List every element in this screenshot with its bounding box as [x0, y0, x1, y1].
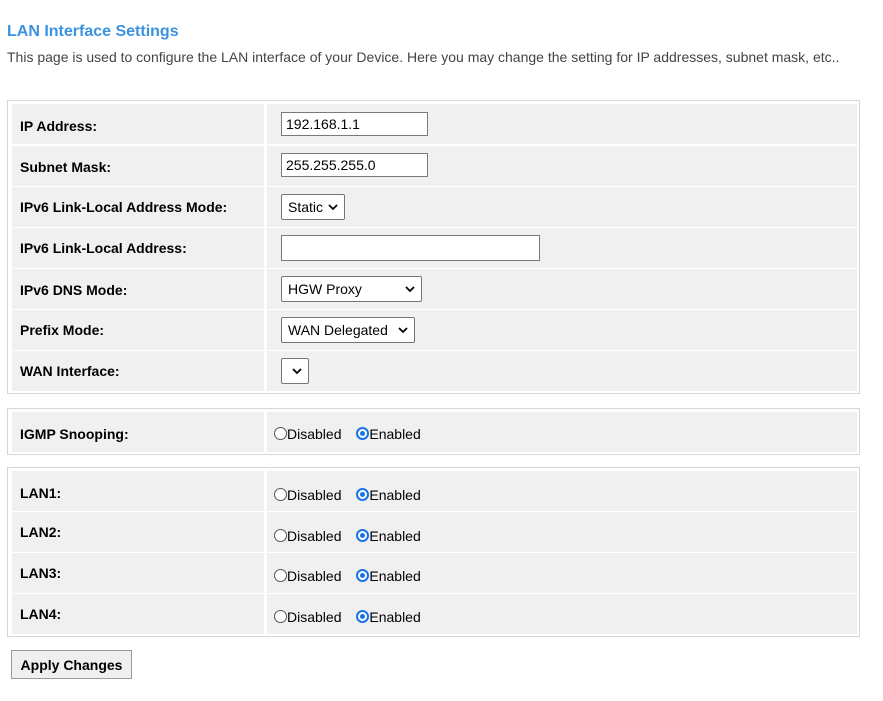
- radio-selected-icon: [356, 610, 370, 623]
- ip-address-label: IP Address:: [20, 118, 98, 134]
- lan2-enabled-option[interactable]: Enabled: [356, 528, 421, 544]
- igmp-snooping-row: IGMP Snooping: Disabled Enabled: [12, 412, 857, 452]
- ipv6-dns-mode-select[interactable]: HGW Proxy: [281, 276, 422, 302]
- prefix-mode-row: Prefix Mode: WAN Delegated: [12, 310, 857, 350]
- igmp-snooping-label: IGMP Snooping:: [20, 426, 129, 442]
- subnet-mask-row: Subnet Mask:: [12, 146, 857, 186]
- ipv6-link-local-mode-select[interactable]: Static: [281, 194, 345, 220]
- wan-interface-select[interactable]: [281, 358, 309, 384]
- lan1-disabled-option[interactable]: Disabled: [274, 487, 341, 503]
- prefix-mode-label: Prefix Mode:: [20, 322, 105, 338]
- chevron-down-icon: [328, 204, 338, 211]
- chevron-down-icon: [398, 327, 408, 334]
- page-description: This page is used to configure the LAN i…: [7, 49, 840, 65]
- ipv6-link-local-address-row: IPv6 Link-Local Address:: [12, 228, 857, 268]
- lan2-disabled-option[interactable]: Disabled: [274, 528, 341, 544]
- lan4-enabled-option[interactable]: Enabled: [356, 609, 421, 625]
- ipv6-link-local-mode-row: IPv6 Link-Local Address Mode: Static: [12, 187, 857, 227]
- ip-address-input[interactable]: [281, 112, 428, 136]
- lan1-row: LAN1: Disabled Enabled: [12, 471, 857, 511]
- ipv6-link-local-address-label: IPv6 Link-Local Address:: [20, 240, 187, 256]
- lan1-enabled-option[interactable]: Enabled: [356, 487, 421, 503]
- apply-changes-button[interactable]: Apply Changes: [11, 650, 132, 679]
- lan4-row: LAN4: Disabled Enabled: [12, 594, 857, 634]
- wan-interface-row: WAN Interface:: [12, 351, 857, 391]
- prefix-mode-value: WAN Delegated: [288, 322, 388, 338]
- prefix-mode-select[interactable]: WAN Delegated: [281, 317, 415, 343]
- chevron-down-icon: [405, 286, 415, 293]
- radio-unselected-icon: [274, 569, 287, 582]
- page-title: LAN Interface Settings: [7, 23, 179, 40]
- radio-selected-icon: [356, 427, 370, 440]
- lan3-disabled-option[interactable]: Disabled: [274, 568, 341, 584]
- ipv6-link-local-address-input[interactable]: [281, 235, 540, 261]
- ipv6-dns-mode-row: IPv6 DNS Mode: HGW Proxy: [12, 269, 857, 309]
- radio-selected-icon: [356, 569, 370, 582]
- lan3-label: LAN3:: [20, 565, 62, 581]
- radio-unselected-icon: [274, 488, 287, 501]
- ip-address-row: IP Address:: [12, 104, 857, 144]
- subnet-mask-input[interactable]: [281, 153, 428, 177]
- lan-ports-panel: LAN1: Disabled Enabled LAN2: Disabled En…: [7, 467, 860, 637]
- chevron-down-icon: [292, 368, 302, 375]
- lan2-label: LAN2:: [20, 524, 62, 540]
- radio-selected-icon: [356, 488, 370, 501]
- lan3-row: LAN3: Disabled Enabled: [12, 553, 857, 593]
- ipv6-link-local-mode-value: Static: [288, 199, 324, 215]
- radio-unselected-icon: [274, 427, 287, 440]
- radio-unselected-icon: [274, 610, 287, 623]
- lan2-row: LAN2: Disabled Enabled: [12, 512, 857, 552]
- igmp-panel: IGMP Snooping: Disabled Enabled: [7, 408, 860, 455]
- subnet-mask-label: Subnet Mask:: [20, 159, 112, 175]
- lan4-disabled-option[interactable]: Disabled: [274, 609, 341, 625]
- lan4-label: LAN4:: [20, 606, 62, 622]
- igmp-enabled-option[interactable]: Enabled: [356, 426, 421, 442]
- lan3-enabled-option[interactable]: Enabled: [356, 568, 421, 584]
- lan1-label: LAN1:: [20, 485, 62, 501]
- igmp-disabled-option[interactable]: Disabled: [274, 426, 341, 442]
- ipv6-dns-mode-label: IPv6 DNS Mode:: [20, 282, 128, 298]
- ipv6-dns-mode-value: HGW Proxy: [288, 281, 362, 297]
- ipv6-link-local-mode-label: IPv6 Link-Local Address Mode:: [20, 199, 228, 215]
- radio-unselected-icon: [274, 529, 287, 542]
- radio-selected-icon: [356, 529, 370, 542]
- lan-settings-panel: IP Address: Subnet Mask: IPv6 Link-Local…: [7, 100, 860, 394]
- wan-interface-label: WAN Interface:: [20, 363, 120, 379]
